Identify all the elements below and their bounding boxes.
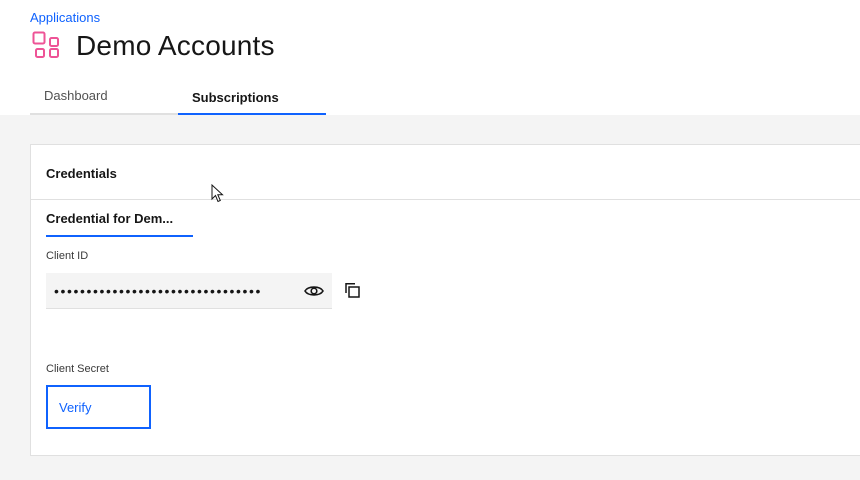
credentials-card: Credentials Credential for Dem... Client… (30, 144, 860, 456)
breadcrumb-applications[interactable]: Applications (30, 10, 100, 25)
title-row: Demo Accounts (32, 28, 275, 64)
copy-icon[interactable] (341, 279, 363, 301)
app-grid-icon (32, 31, 59, 58)
tab-dashboard[interactable]: Dashboard (30, 80, 178, 115)
mouse-cursor-icon (211, 184, 224, 203)
page-header: Applications Demo Accounts Dashboard Sub… (0, 0, 860, 115)
eye-icon[interactable] (296, 273, 332, 309)
tab-credential[interactable]: Credential for Dem... (46, 211, 193, 237)
client-id-label: Client ID (46, 250, 89, 262)
verify-button[interactable]: Verify (46, 385, 151, 429)
tab-bar: Dashboard Subscriptions (30, 80, 326, 115)
tab-subscriptions[interactable]: Subscriptions (178, 80, 326, 115)
client-id-value: •••••••••••••••••••••••••••••••• (54, 283, 263, 298)
card-title: Credentials (31, 145, 860, 200)
client-secret-label: Client Secret (46, 363, 109, 375)
page-title: Demo Accounts (76, 30, 275, 61)
client-id-field[interactable]: •••••••••••••••••••••••••••••••• (46, 273, 332, 309)
